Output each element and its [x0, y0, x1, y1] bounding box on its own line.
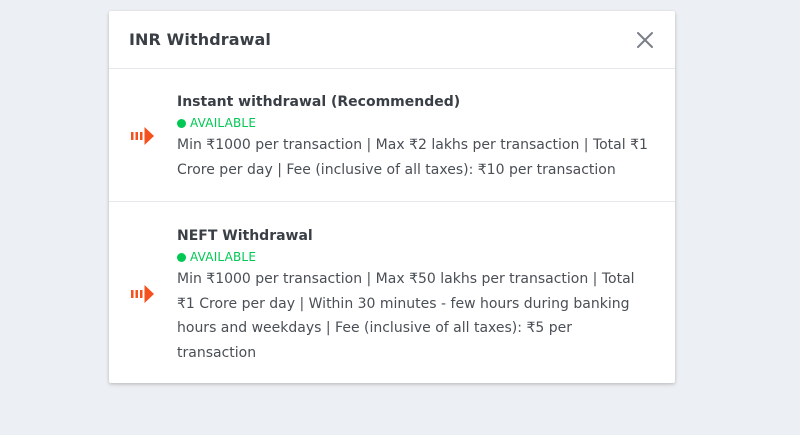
option-instant-withdrawal[interactable]: Instant withdrawal (Recommended) AVAILAB…: [109, 69, 675, 202]
close-icon: [635, 30, 655, 50]
status-text: AVAILABLE: [190, 116, 257, 130]
status-badge: AVAILABLE: [177, 248, 655, 266]
option-body: Instant withdrawal (Recommended) AVAILAB…: [177, 92, 655, 182]
status-dot-icon: [177, 118, 186, 128]
status-dot-icon: [177, 252, 186, 262]
option-neft-withdrawal[interactable]: NEFT Withdrawal AVAILABLE Min ₹1000 per …: [109, 202, 675, 383]
option-description: Min ₹1000 per transaction | Max ₹2 lakhs…: [177, 137, 648, 178]
option-title: Instant withdrawal (Recommended): [177, 94, 461, 110]
option-description: Min ₹1000 per transaction | Max ₹50 lakh…: [177, 271, 635, 361]
option-title: NEFT Withdrawal: [177, 228, 313, 244]
arrow-icon: [130, 284, 156, 304]
modal-title: INR Withdrawal: [129, 30, 272, 49]
status-badge: AVAILABLE: [177, 114, 655, 132]
close-button[interactable]: [635, 30, 655, 50]
status-text: AVAILABLE: [190, 250, 257, 264]
withdrawal-modal: INR Withdrawal Instant withdrawal (Recom…: [109, 11, 675, 383]
option-body: NEFT Withdrawal AVAILABLE Min ₹1000 per …: [177, 226, 655, 365]
arrow-icon: [130, 126, 156, 146]
modal-header: INR Withdrawal: [109, 11, 675, 69]
